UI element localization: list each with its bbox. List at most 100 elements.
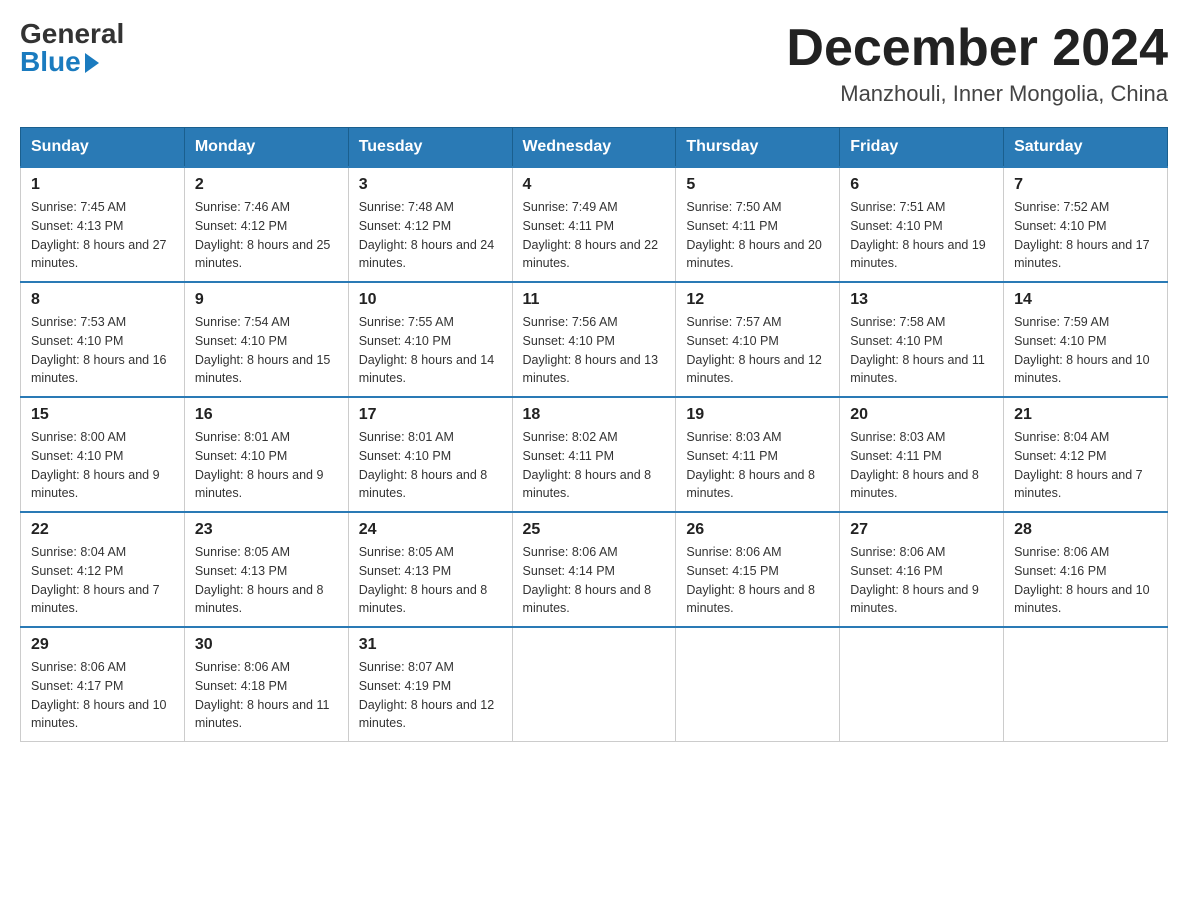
title-block: December 2024 Manzhouli, Inner Mongolia,… [786,20,1168,107]
day-info: Sunrise: 8:01 AMSunset: 4:10 PMDaylight:… [359,428,502,503]
calendar-cell: 20 Sunrise: 8:03 AMSunset: 4:11 PMDayligh… [840,397,1004,512]
calendar-cell: 7Sunrise: 7:52 AMSunset: 4:10 PMDaylight… [1004,167,1168,282]
day-info: Sunrise: 7:58 AMSunset: 4:10 PMDaylight:… [850,313,993,388]
calendar-table: Sunday Monday Tuesday Wednesday Thursday… [20,127,1168,742]
day-number: 31 [359,636,502,654]
day-info: Sunrise: 8:06 AMSunset: 4:15 PMDaylight:… [686,543,829,618]
calendar-cell [1004,627,1168,742]
day-number: 17 [359,406,502,424]
day-number: 27 [850,521,993,539]
day-number: 14 [1014,291,1157,309]
calendar-cell: 13 Sunrise: 7:58 AMSunset: 4:10 PMDayligh… [840,282,1004,397]
logo-blue-text: Blue [20,48,99,76]
day-info: Sunrise: 7:57 AMSunset: 4:10 PMDaylight:… [686,313,829,388]
calendar-cell: 28 Sunrise: 8:06 AMSunset: 4:16 PMDayligh… [1004,512,1168,627]
day-number: 28 [1014,521,1157,539]
calendar-cell: 6 Sunrise: 7:51 AMSunset: 4:10 PMDaylight… [840,167,1004,282]
day-info: Sunrise: 7:53 AMSunset: 4:10 PMDaylight:… [31,313,174,388]
calendar-cell: 5Sunrise: 7:50 AMSunset: 4:11 PMDaylight… [676,167,840,282]
calendar-cell: 22 Sunrise: 8:04 AMSunset: 4:12 PMDayligh… [21,512,185,627]
calendar-cell [676,627,840,742]
day-number: 21 [1014,406,1157,424]
day-number: 25 [523,521,666,539]
calendar-cell: 31 Sunrise: 8:07 AMSunset: 4:19 PMDayligh… [348,627,512,742]
calendar-cell: 29Sunrise: 8:06 AMSunset: 4:17 PMDayligh… [21,627,185,742]
calendar-cell: 3 Sunrise: 7:48 AMSunset: 4:12 PMDaylight… [348,167,512,282]
day-info: Sunrise: 8:06 AMSunset: 4:18 PMDaylight:… [195,658,338,733]
day-number: 20 [850,406,993,424]
day-number: 9 [195,291,338,309]
day-number: 26 [686,521,829,539]
page-header: General Blue December 2024 Manzhouli, In… [20,20,1168,107]
calendar-cell [512,627,676,742]
day-number: 24 [359,521,502,539]
day-number: 3 [359,176,502,194]
calendar-cell: 17 Sunrise: 8:01 AMSunset: 4:10 PMDayligh… [348,397,512,512]
day-info: Sunrise: 7:46 AMSunset: 4:12 PMDaylight:… [195,198,338,273]
day-number: 12 [686,291,829,309]
col-friday: Friday [840,128,1004,168]
day-number: 19 [686,406,829,424]
location-subtitle: Manzhouli, Inner Mongolia, China [786,81,1168,107]
calendar-cell: 25Sunrise: 8:06 AMSunset: 4:14 PMDayligh… [512,512,676,627]
day-info: Sunrise: 7:52 AMSunset: 4:10 PMDaylight:… [1014,198,1157,273]
day-info: Sunrise: 8:05 AMSunset: 4:13 PMDaylight:… [359,543,502,618]
day-number: 6 [850,176,993,194]
day-number: 13 [850,291,993,309]
day-info: Sunrise: 7:48 AMSunset: 4:12 PMDaylight:… [359,198,502,273]
calendar-cell: 4Sunrise: 7:49 AMSunset: 4:11 PMDaylight… [512,167,676,282]
day-number: 15 [31,406,174,424]
col-saturday: Saturday [1004,128,1168,168]
calendar-cell: 18 Sunrise: 8:02 AMSunset: 4:11 PMDayligh… [512,397,676,512]
col-thursday: Thursday [676,128,840,168]
calendar-week-row: 29Sunrise: 8:06 AMSunset: 4:17 PMDayligh… [21,627,1168,742]
day-number: 4 [523,176,666,194]
calendar-cell: 10 Sunrise: 7:55 AMSunset: 4:10 PMDayligh… [348,282,512,397]
day-number: 18 [523,406,666,424]
calendar-header-row: Sunday Monday Tuesday Wednesday Thursday… [21,128,1168,168]
day-number: 22 [31,521,174,539]
day-info: Sunrise: 8:01 AMSunset: 4:10 PMDaylight:… [195,428,338,503]
day-info: Sunrise: 8:04 AMSunset: 4:12 PMDaylight:… [31,543,174,618]
calendar-cell: 1 Sunrise: 7:45 AMSunset: 4:13 PMDaylight… [21,167,185,282]
calendar-week-row: 8Sunrise: 7:53 AMSunset: 4:10 PMDaylight… [21,282,1168,397]
day-number: 1 [31,176,174,194]
calendar-cell: 11Sunrise: 7:56 AMSunset: 4:10 PMDayligh… [512,282,676,397]
calendar-week-row: 1 Sunrise: 7:45 AMSunset: 4:13 PMDaylight… [21,167,1168,282]
day-info: Sunrise: 8:03 AMSunset: 4:11 PMDaylight:… [686,428,829,503]
calendar-cell: 8Sunrise: 7:53 AMSunset: 4:10 PMDaylight… [21,282,185,397]
calendar-cell: 14Sunrise: 7:59 AMSunset: 4:10 PMDayligh… [1004,282,1168,397]
day-info: Sunrise: 7:54 AMSunset: 4:10 PMDaylight:… [195,313,338,388]
calendar-week-row: 22 Sunrise: 8:04 AMSunset: 4:12 PMDayligh… [21,512,1168,627]
day-info: Sunrise: 8:04 AMSunset: 4:12 PMDaylight:… [1014,428,1157,503]
day-info: Sunrise: 7:55 AMSunset: 4:10 PMDaylight:… [359,313,502,388]
day-info: Sunrise: 8:07 AMSunset: 4:19 PMDaylight:… [359,658,502,733]
day-number: 30 [195,636,338,654]
day-info: Sunrise: 8:02 AMSunset: 4:11 PMDaylight:… [523,428,666,503]
day-info: Sunrise: 8:05 AMSunset: 4:13 PMDaylight:… [195,543,338,618]
calendar-cell: 9 Sunrise: 7:54 AMSunset: 4:10 PMDaylight… [184,282,348,397]
calendar-cell: 12 Sunrise: 7:57 AMSunset: 4:10 PMDayligh… [676,282,840,397]
col-tuesday: Tuesday [348,128,512,168]
day-number: 2 [195,176,338,194]
logo-triangle-icon [85,53,99,73]
day-number: 11 [523,291,666,309]
day-info: Sunrise: 7:50 AMSunset: 4:11 PMDaylight:… [686,198,829,273]
calendar-cell: 24 Sunrise: 8:05 AMSunset: 4:13 PMDayligh… [348,512,512,627]
calendar-cell: 2 Sunrise: 7:46 AMSunset: 4:12 PMDaylight… [184,167,348,282]
col-wednesday: Wednesday [512,128,676,168]
calendar-cell: 19 Sunrise: 8:03 AMSunset: 4:11 PMDayligh… [676,397,840,512]
day-info: Sunrise: 8:03 AMSunset: 4:11 PMDaylight:… [850,428,993,503]
day-info: Sunrise: 8:06 AMSunset: 4:16 PMDaylight:… [850,543,993,618]
month-title: December 2024 [786,20,1168,77]
day-info: Sunrise: 8:06 AMSunset: 4:16 PMDaylight:… [1014,543,1157,618]
day-info: Sunrise: 8:00 AMSunset: 4:10 PMDaylight:… [31,428,174,503]
calendar-cell: 16Sunrise: 8:01 AMSunset: 4:10 PMDayligh… [184,397,348,512]
calendar-cell: 21 Sunrise: 8:04 AMSunset: 4:12 PMDayligh… [1004,397,1168,512]
day-info: Sunrise: 7:45 AMSunset: 4:13 PMDaylight:… [31,198,174,273]
calendar-cell: 30 Sunrise: 8:06 AMSunset: 4:18 PMDayligh… [184,627,348,742]
day-number: 10 [359,291,502,309]
calendar-cell [840,627,1004,742]
day-info: Sunrise: 8:06 AMSunset: 4:17 PMDaylight:… [31,658,174,733]
day-info: Sunrise: 7:51 AMSunset: 4:10 PMDaylight:… [850,198,993,273]
